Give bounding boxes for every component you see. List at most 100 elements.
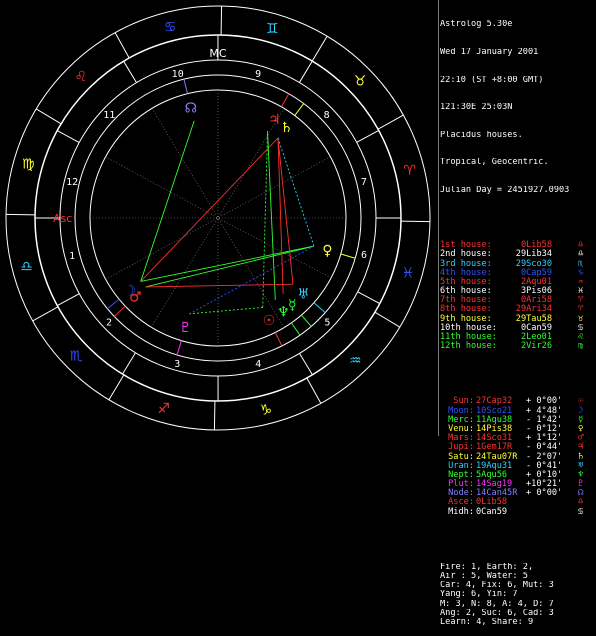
planet-row: Plut:14Sag19+10°21'♇ (440, 480, 596, 489)
planet-tick (291, 323, 300, 335)
aspect-line (263, 131, 268, 307)
sign-division (378, 115, 403, 129)
planet-row: Jupi:1Gem17R- 0°44'♃ (440, 443, 596, 452)
mc-label: MC (209, 47, 226, 60)
house-cusp-tick (57, 131, 79, 143)
sign-glyph-icon: ♉ (354, 74, 367, 90)
planet-name: Uran: (440, 462, 474, 471)
chart-date: Wed 17 January 2001 (440, 48, 596, 57)
virgo-icon: ♍ (578, 342, 583, 351)
house-cusp-row: 12th house:2Vir26♍ (440, 342, 596, 351)
uranus-icon: ♅ (578, 462, 583, 471)
sign-glyph-icon: ♌ (74, 69, 87, 85)
sign-glyph-icon: ♒ (349, 353, 362, 369)
house-number: 10 (172, 69, 184, 80)
chart-wheel[interactable]: ♈♉♊♋♌♍♎♏♐♑♒♓123456789101112AscMC☉☽☿♀♂♃♄♅… (0, 0, 436, 436)
house-number: 2 (106, 318, 112, 329)
sign-division (375, 312, 400, 327)
house-number: 6 (361, 250, 367, 261)
house-division (106, 157, 218, 218)
house-number: 7 (361, 177, 367, 188)
stat-line: Yang: 6, Yin: 7 (440, 590, 596, 599)
chart-svg: ♈♉♊♋♌♍♎♏♐♑♒♓123456789101112AscMC☉☽☿♀♂♃♄♅… (0, 0, 436, 436)
house-number: 11 (103, 110, 115, 121)
sign-division (307, 378, 321, 403)
house-cusp-tick (358, 292, 380, 304)
house-system: Placidus houses. (440, 131, 596, 140)
sign-glyph-icon: ♏ (70, 348, 83, 364)
libra-icon: ♎ (578, 498, 583, 507)
planet-tick (177, 341, 181, 355)
aspect-line (146, 284, 293, 287)
house-cusp-label: 12th house: (440, 342, 506, 351)
planet-latitude: +10°21' (526, 480, 576, 489)
planet-tick (301, 315, 311, 326)
planet-tick (275, 332, 282, 345)
planet-tick (184, 79, 188, 94)
planet-latitude (526, 498, 576, 507)
house-number: 9 (255, 69, 261, 80)
planet-glyph-icon: ☉ (263, 313, 276, 329)
house-number: 12 (66, 177, 78, 188)
house-number: 3 (174, 359, 180, 370)
planet-latitude: - 2°07' (526, 453, 576, 462)
sign-division (36, 109, 61, 124)
saturn-icon: ♄ (578, 453, 583, 462)
sign-division (115, 33, 129, 58)
house-division (106, 218, 218, 279)
planet-glyph-icon: ♂ (129, 290, 142, 306)
planet-glyph-icon: ♇ (179, 320, 192, 336)
planet-tick (314, 303, 325, 313)
planet-row: Node:14Can45R+ 0°00'☊ (440, 489, 596, 498)
house-number: 8 (324, 110, 330, 121)
planet-position: 0Can59 (474, 508, 526, 517)
house-cusp-tick (57, 294, 79, 306)
planet-name: Jupi: (440, 443, 474, 452)
house-cusp-tick (300, 353, 313, 374)
planet-glyph-icon: ♅ (297, 286, 310, 302)
house-cusp-list: 1st house:0Lib58♎2nd house:29Lib34♎3rd h… (440, 241, 596, 351)
sign-division (33, 307, 58, 321)
aspect-line (146, 246, 314, 287)
planet-row: Satu:24Tau07R- 2°07'♄ (440, 453, 596, 462)
planet-glyph-icon: ♄ (280, 120, 293, 136)
aspect-line (189, 307, 262, 313)
planet-tick (295, 104, 304, 116)
sign-glyph-icon: ♎ (20, 259, 33, 275)
planet-position: 5Aqu56 (474, 471, 526, 480)
sign-glyph-icon: ♈ (403, 163, 416, 179)
planet-tick (114, 306, 125, 316)
chart-location: 121:30E 25:03N (440, 103, 596, 112)
stat-line: Fire: 1, Earth: 2, (440, 563, 596, 572)
planet-latitude: - 0°41' (526, 462, 576, 471)
sign-glyph-icon: ♋ (164, 19, 177, 35)
planet-position: 24Tau07R (474, 453, 526, 462)
planet-glyph-icon: ☊ (185, 100, 197, 116)
house-cusp-tick (124, 61, 137, 82)
neptune-icon: ♆ (578, 471, 583, 480)
julian-day: Julian Day = 2451927.0903 (440, 186, 596, 195)
chart-time: 22:10 (ST +8:00 GMT) (440, 76, 596, 85)
asc-label: Asc (53, 212, 72, 225)
house-number: 5 (324, 317, 330, 328)
planet-name: Asce: (440, 498, 474, 507)
mc-icon: ♋ (578, 508, 583, 517)
house-division (152, 108, 218, 218)
planet-position: 14Can45R (474, 489, 526, 498)
sign-glyph-icon: ♑ (260, 403, 273, 419)
planet-latitude (526, 508, 576, 517)
planet-name: Midh: (440, 508, 474, 517)
planet-name: Plut: (440, 480, 474, 489)
stat-line: Air : 5, Water: 5 (440, 572, 596, 581)
planet-list: Sun:27Cap32+ 0°00'☉Moon:10Sco21+ 4°48'☽M… (440, 397, 596, 516)
aspect-line (268, 131, 276, 300)
house-division (218, 157, 330, 218)
element-stats: Fire: 1, Earth: 2,Air : 5, Water: 5Car: … (440, 563, 596, 627)
zodiac-type: Tropical, Geocentric. (440, 158, 596, 167)
house-number: 1 (69, 251, 75, 262)
jupiter-icon: ♃ (578, 443, 583, 452)
planet-latitude: - 0°44' (526, 443, 576, 452)
planet-tick (281, 94, 288, 107)
sign-division (312, 36, 327, 61)
house-cusp-tick (357, 130, 379, 142)
